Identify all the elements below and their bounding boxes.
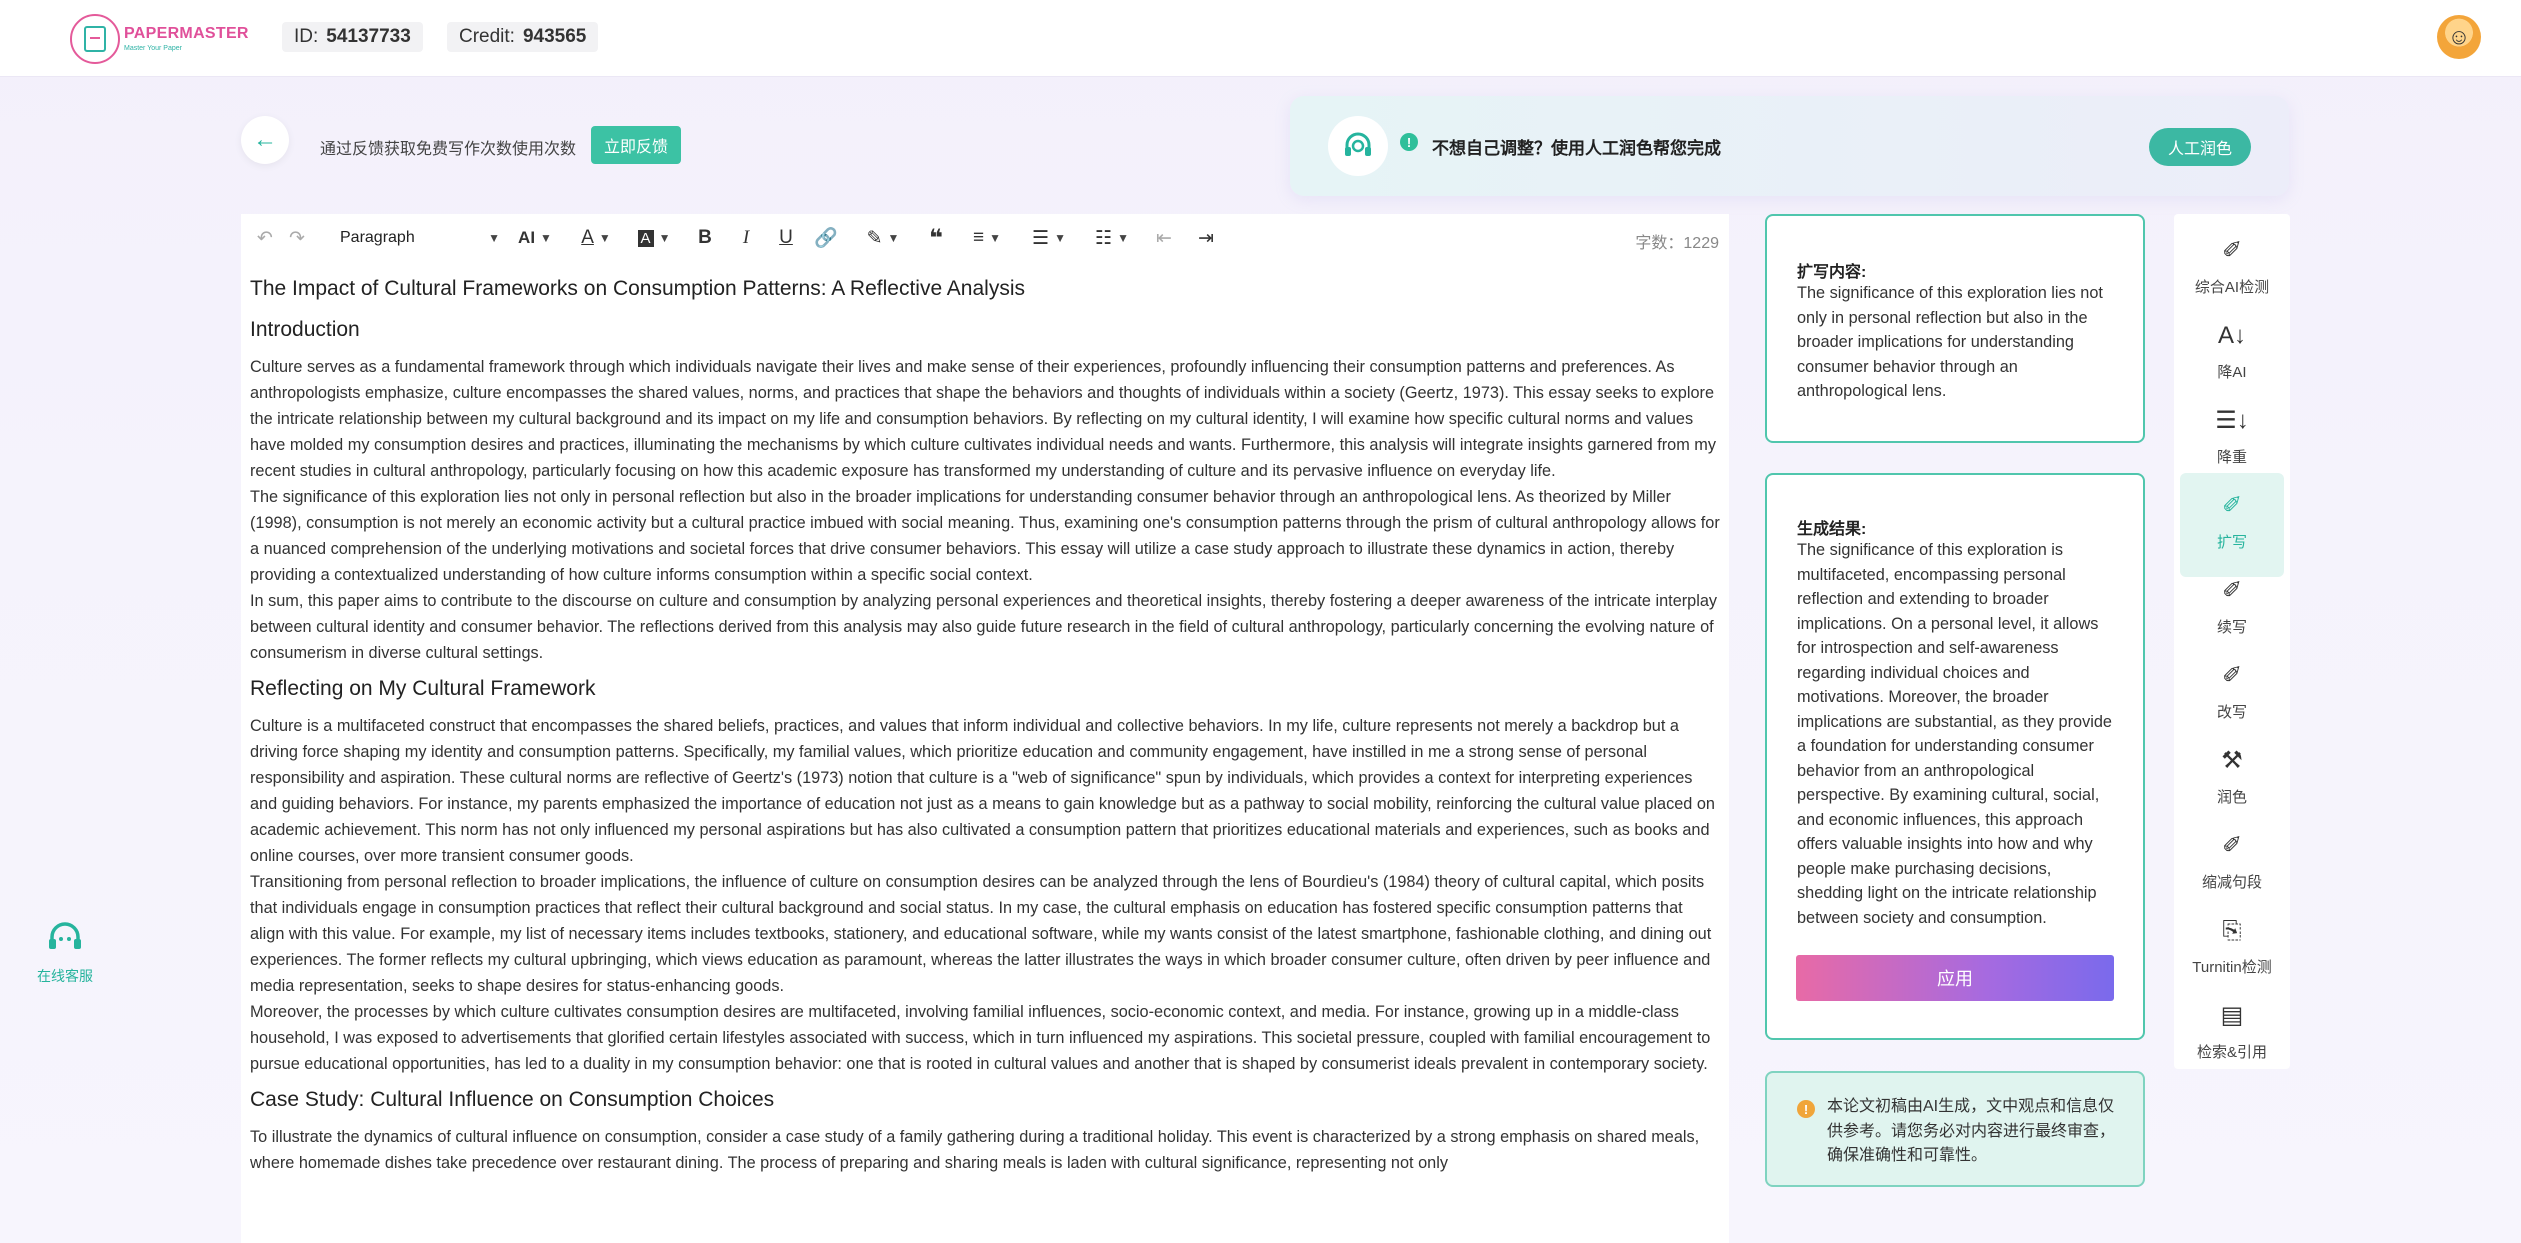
pen-icon: ✐ [2221, 492, 2243, 519]
promo-text: 不想自己调整？使用人工润色帮您完成 [1432, 139, 1721, 158]
credit-value: 943565 [522, 26, 587, 47]
paragraph: Transitioning from personal reflection t… [250, 873, 1712, 995]
id-label: ID: [294, 26, 319, 47]
feedback-notice: 通过反馈获取免费写作次数使用次数 [320, 141, 577, 158]
menu-label: 扩写 [2216, 534, 2247, 551]
font-size-icon[interactable]: AI ▼ [511, 224, 559, 252]
pen-icon: ✐ [2221, 577, 2243, 604]
menu-label: Turnitin检测 [2192, 959, 2272, 976]
online-service[interactable]: 在线客服 [34, 920, 96, 986]
logo-icon [70, 14, 120, 64]
word-count: 字数：1229 [1635, 235, 1719, 252]
credit-chip: Credit: 943565 [447, 22, 599, 52]
numbered-list-icon[interactable]: ☷ ▼ [1089, 224, 1135, 252]
sort-ai-icon: A↓ [2217, 322, 2246, 349]
credit-label: Credit: [459, 26, 515, 47]
generation-result-panel: 生成结果: The significance of this explorati… [1765, 473, 2145, 1040]
redo-icon[interactable]: ↷ [285, 224, 309, 252]
papermaster-logo[interactable]: PAPERMASTER Master Your Paper [70, 13, 250, 65]
menu-label: 缩减句段 [2201, 874, 2262, 891]
paragraph-select-value: Paragraph [340, 229, 415, 246]
undo-icon[interactable]: ↶ [253, 224, 277, 252]
user-id-chip: ID: 54137733 [282, 22, 423, 52]
bullet-list-icon[interactable]: ☰ ▼ [1026, 224, 1072, 252]
bold-icon[interactable]: B [693, 224, 717, 252]
tool-side-menu: ✐ 综合AI检测 A↓ 降AI ☰↓ 降重 ✐ 扩写 ✐ 续写 ✐ 改写 ⚒ 润… [2174, 214, 2290, 1069]
paragraph: Moreover, the processes by which culture… [250, 1003, 1711, 1073]
document-content[interactable]: The Impact of Cultural Frameworks on Con… [250, 274, 1720, 1176]
paragraph-select[interactable]: Paragraph ▼ [340, 224, 500, 252]
expand-source-title: 扩写内容: [1797, 264, 1867, 281]
document-title: The Impact of Cultural Frameworks on Con… [250, 277, 1026, 300]
section-heading: Introduction [250, 318, 360, 341]
highlight-bg-icon[interactable]: A ▼ [631, 224, 677, 252]
result-text: The significance of this exploration is … [1797, 541, 2112, 927]
result-title: 生成结果: [1797, 521, 1867, 538]
pen-icon: ✐ [2221, 662, 2243, 689]
expand-source-panel: 扩写内容: The significance of this explorati… [1765, 214, 2145, 443]
paragraph: To illustrate the dynamics of cultural i… [250, 1128, 1700, 1172]
magic-wand-icon: ⚒ [2221, 747, 2243, 774]
italic-icon[interactable]: I [734, 224, 758, 252]
chevron-down-icon: ▼ [488, 231, 500, 245]
section-heading: Reflecting on My Cultural Framework [250, 677, 596, 700]
menu-label: 检索&引用 [2196, 1044, 2267, 1061]
human-polish-promo: ! 不想自己调整？使用人工润色帮您完成 人工润色 [1290, 96, 2289, 196]
support-headset-icon [1328, 116, 1388, 176]
align-icon[interactable]: ≡ ▼ [964, 224, 1010, 252]
headset-icon [34, 920, 96, 962]
pen-icon: ✐ [2221, 832, 2243, 859]
ai-disclaimer-text: 本论文初稿由AI生成，文中观点和信息仅供参考。请您务必对内容进行最终审查，确保准… [1827, 1098, 2116, 1164]
arrow-left-icon: ← [253, 126, 277, 153]
ai-disclaimer: ! 本论文初稿由AI生成，文中观点和信息仅供参考。请您务必对内容进行最终审查，确… [1765, 1071, 2145, 1187]
document-editor[interactable]: ↶ ↷ Paragraph ▼ AI ▼ A ▼ A ▼ B I U 🔗 ✎ ▼ ❝ ≡… [241, 214, 1729, 1243]
doc-icon: ⎘ [2222, 917, 2242, 944]
info-icon: ! [1400, 133, 1418, 151]
expand-source-text: The significance of this exploration lie… [1797, 284, 2103, 400]
back-button[interactable]: ← [241, 116, 289, 164]
paragraph: In sum, this paper aims to contribute to… [250, 592, 1718, 662]
menu-label: 润色 [2216, 789, 2247, 806]
pen-icon: ✐ [2221, 237, 2243, 264]
paragraph: Culture serves as a fundamental framewor… [250, 358, 1716, 480]
id-value: 54137733 [326, 26, 411, 47]
menu-search-cite[interactable]: ▤ 检索&引用 [2180, 983, 2284, 1087]
paragraph: The significance of this exploration lie… [250, 488, 1720, 584]
apply-button[interactable]: 应用 [1796, 955, 2114, 1001]
logo-name: PAPERMASTER [124, 25, 249, 42]
outdent-icon[interactable]: ⇤ [1152, 224, 1176, 252]
sort-down-icon: ☰↓ [2215, 407, 2249, 434]
menu-label: 综合AI检测 [2194, 279, 2270, 296]
menu-label: 降AI [2217, 364, 2247, 381]
menu-label: 改写 [2216, 704, 2247, 721]
top-bar: PAPERMASTER Master Your Paper ID: 541377… [0, 0, 2521, 77]
feedback-button[interactable]: 立即反馈 [591, 126, 681, 164]
warning-icon: ! [1797, 1100, 1815, 1118]
logo-tagline: Master Your Paper [124, 45, 182, 52]
online-service-label: 在线客服 [37, 968, 93, 984]
indent-icon[interactable]: ⇥ [1194, 224, 1218, 252]
human-polish-button[interactable]: 人工润色 [2149, 128, 2251, 166]
underline-icon[interactable]: U [774, 224, 798, 252]
menu-label: 续写 [2216, 619, 2247, 636]
avatar[interactable]: ☺ [2437, 15, 2481, 59]
editor-toolbar: ↶ ↷ Paragraph ▼ AI ▼ A ▼ A ▼ B I U 🔗 ✎ ▼ ❝ ≡… [241, 214, 1729, 262]
blockquote-icon[interactable]: ❝ [924, 224, 948, 252]
quote-icon: ▤ [2220, 1002, 2244, 1029]
font-color-icon[interactable]: A ▼ [574, 224, 618, 252]
link-icon[interactable]: 🔗 [814, 224, 838, 252]
menu-label: 降重 [2216, 449, 2247, 466]
paragraph: Culture is a multifaceted construct that… [250, 717, 1715, 865]
section-heading: Case Study: Cultural Influence on Consum… [250, 1088, 775, 1111]
highlighter-icon[interactable]: ✎ ▼ [861, 224, 905, 252]
